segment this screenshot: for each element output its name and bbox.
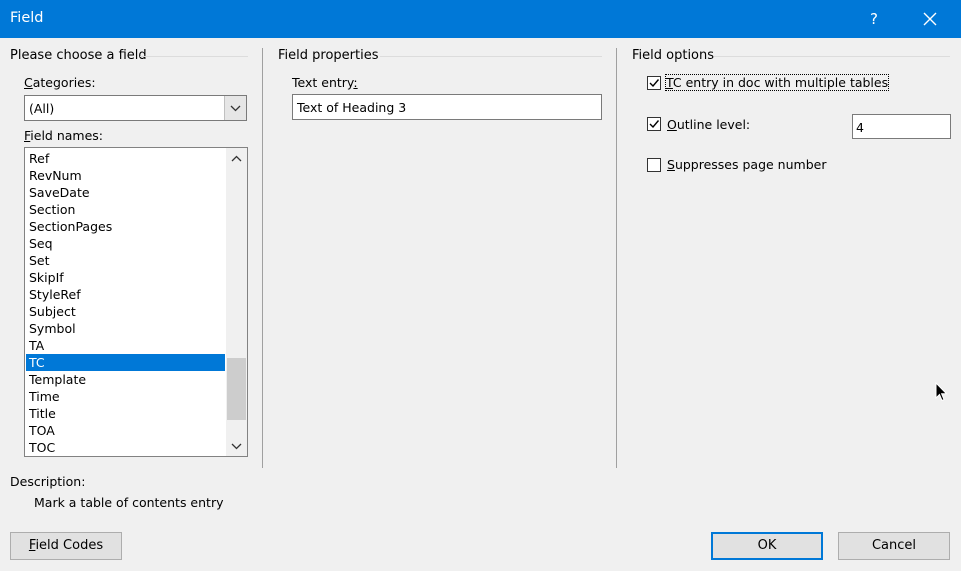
title-bar: Field ? — [0, 0, 961, 38]
heading-divider — [380, 56, 602, 57]
list-item[interactable]: TA — [26, 337, 225, 354]
list-item[interactable]: SaveDate — [26, 184, 225, 201]
dropdown-arrow[interactable] — [224, 96, 246, 120]
field-names-label: Field names: — [24, 128, 103, 143]
outline-level-checkbox[interactable] — [647, 117, 661, 131]
cancel-button[interactable]: Cancel — [838, 532, 950, 560]
list-item[interactable]: Title — [26, 405, 225, 422]
categories-label: Categories: — [24, 75, 96, 90]
outline-level-input[interactable]: 4 — [852, 114, 951, 139]
panel-divider-right — [616, 48, 617, 468]
suppress-page-number-checkbox[interactable] — [647, 158, 661, 172]
list-item[interactable]: Template — [26, 371, 225, 388]
panel-divider-left — [262, 48, 263, 468]
heading-divider — [140, 56, 248, 57]
close-button[interactable] — [915, 7, 945, 31]
tc-multiple-tables-checkbox[interactable] — [647, 76, 661, 90]
outline-level-label[interactable]: Outline level: — [667, 117, 750, 132]
choose-field-heading: Please choose a field — [10, 48, 147, 63]
tc-multiple-tables-label[interactable]: TC entry in doc with multiple tables — [664, 74, 890, 91]
list-item[interactable]: Time — [26, 388, 225, 405]
list-item[interactable]: SectionPages — [26, 218, 225, 235]
list-item[interactable]: Seq — [26, 235, 225, 252]
list-item[interactable]: RevNum — [26, 167, 225, 184]
list-item[interactable]: StyleRef — [26, 286, 225, 303]
close-icon — [923, 12, 937, 26]
chevron-down-icon — [230, 105, 241, 112]
ok-button[interactable]: OK — [711, 532, 823, 560]
suppress-page-number-label[interactable]: Suppresses page number — [667, 157, 826, 172]
list-item[interactable]: Subject — [26, 303, 225, 320]
chevron-down-icon — [231, 443, 242, 450]
categories-dropdown[interactable]: (All) — [24, 95, 247, 121]
field-names-list[interactable]: Ref RevNum SaveDate Section SectionPages Seq S… — [24, 147, 248, 457]
checkmark-icon — [649, 120, 660, 129]
list-item[interactable]: Ref — [26, 150, 225, 167]
scroll-down-button[interactable] — [226, 436, 247, 456]
checkmark-icon — [649, 79, 660, 88]
window-title: Field — [10, 10, 44, 26]
text-entry-input[interactable]: Text of Heading 3 — [292, 94, 602, 120]
scroll-up-button[interactable] — [226, 148, 247, 168]
list-item[interactable]: SkipIf — [26, 269, 225, 286]
field-options-heading: Field options — [632, 48, 715, 63]
list-item[interactable]: TOA — [26, 422, 225, 439]
mouse-cursor-icon — [935, 382, 948, 402]
list-item[interactable]: TC — [26, 354, 225, 371]
description-text: Mark a table of contents entry — [34, 495, 224, 510]
scroll-thumb[interactable] — [227, 358, 246, 420]
field-properties-heading: Field properties — [278, 48, 379, 63]
list-item[interactable]: Symbol — [26, 320, 225, 337]
list-item[interactable]: Set — [26, 252, 225, 269]
outline-level-value: 4 — [856, 120, 864, 135]
list-item[interactable]: Section — [26, 201, 225, 218]
list-scrollbar[interactable] — [226, 148, 247, 456]
list-item[interactable]: TOC — [26, 439, 225, 456]
text-entry-label: Text entry: — [292, 75, 358, 90]
field-codes-button[interactable]: Field Codes — [10, 532, 122, 560]
categories-value: (All) — [29, 101, 55, 116]
help-button[interactable]: ? — [862, 7, 886, 31]
heading-divider — [714, 56, 950, 57]
chevron-up-icon — [231, 155, 242, 162]
text-entry-value: Text of Heading 3 — [297, 100, 407, 115]
description-label: Description: — [10, 474, 86, 489]
